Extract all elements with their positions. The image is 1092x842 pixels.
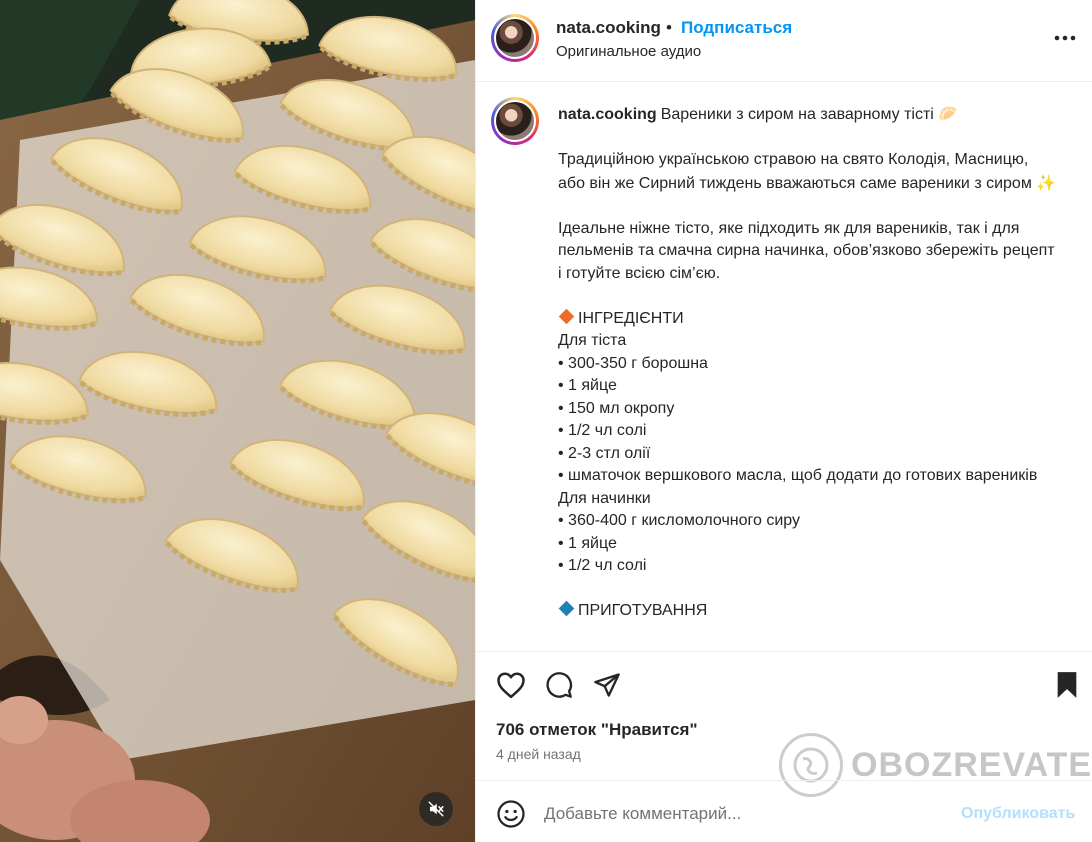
dumpling-emoji: 🥟 — [938, 104, 959, 123]
dough-item: • 1/2 чл солі — [558, 422, 647, 439]
post-caption: nata.cooking Вареники з сиром на заварном… — [558, 103, 1058, 623]
save-button[interactable] — [1051, 669, 1083, 701]
post-video[interactable] — [0, 0, 475, 842]
post-actions — [476, 651, 1092, 717]
bookmark-icon — [1057, 672, 1077, 698]
dumplings-photo — [0, 0, 475, 842]
caption-scroll-area[interactable]: nata.cooking Вареники з сиром на заварном… — [476, 83, 1092, 651]
heart-icon — [497, 672, 525, 699]
preparation-heading: ПРИГОТУВАННЯ — [558, 600, 1058, 623]
author-username[interactable]: nata.cooking — [556, 18, 661, 38]
orange-diamond-icon — [558, 308, 575, 324]
comment-bar: Опубликовать — [476, 780, 1092, 842]
caption-title: Вареники з сиром на заварному тісті — [660, 106, 934, 123]
filling-item: • 1 яйце — [558, 534, 617, 552]
like-button[interactable] — [495, 669, 527, 701]
dough-item: • 300-350 г борошна — [558, 354, 708, 372]
ingredients-heading-text: ІНГРЕДІЄНТИ — [578, 309, 684, 327]
audio-link[interactable]: Оригинальное аудио — [556, 43, 701, 60]
filling-item: • 360-400 г кисломолочного сиру — [558, 512, 801, 529]
caption-username[interactable]: nata.cooking — [558, 106, 657, 123]
filling-item: • 1/2 чл солі — [558, 557, 647, 574]
speaker-muted-icon — [428, 801, 444, 817]
author-avatar[interactable] — [491, 14, 539, 62]
smiley-icon — [497, 800, 525, 828]
more-options-button[interactable] — [1050, 28, 1080, 48]
mute-button[interactable] — [419, 792, 453, 826]
caption-paragraph-2: Ідеальне ніжне тісто, яке підходить як д… — [558, 219, 1055, 282]
watermark-text: OBOZREVATEL — [851, 745, 1092, 784]
paper-plane-icon — [594, 673, 620, 697]
post-header: nata.cooking • Подписаться Оригинальное … — [476, 0, 1092, 82]
globe-logo-icon — [793, 747, 829, 783]
caption-paragraph-1-text: Традиційною українською стравою на свято… — [558, 151, 1032, 192]
post-side-panel: nata.cooking • Подписаться Оригинальное … — [475, 0, 1092, 842]
caption-author-avatar[interactable] — [491, 97, 539, 145]
comment-bubble-icon — [546, 672, 573, 698]
filling-heading: Для начинки — [558, 489, 651, 507]
avatar-image — [494, 17, 536, 59]
dough-item: • 1 яйце — [558, 377, 617, 394]
blue-diamond-icon — [558, 600, 575, 617]
post-time[interactable]: 4 дней назад — [496, 746, 581, 762]
dough-item: • 2-3 стл олії — [558, 444, 651, 462]
ingredients-heading: ІНГРЕДІЄНТИ — [558, 308, 1058, 331]
instagram-post-dialog: nata.cooking • Подписаться Оригинальное … — [0, 0, 1092, 842]
comment-button[interactable] — [543, 669, 575, 701]
caption-paragraph-1: Традиційною українською стравою на свято… — [558, 149, 1058, 195]
more-dots-icon — [1054, 35, 1076, 41]
dough-item: • шматочок вершкового масла, щоб додати … — [558, 467, 1038, 484]
sparkles-emoji: ✨ — [1036, 172, 1057, 192]
share-button[interactable] — [591, 669, 623, 701]
avatar-image — [494, 100, 536, 142]
publish-button[interactable]: Опубликовать — [961, 805, 1075, 823]
dough-heading: Для тіста — [558, 332, 627, 349]
preparation-heading-text: ПРИГОТУВАННЯ — [578, 602, 708, 619]
dough-item: • 150 мл окропу — [558, 399, 675, 417]
comment-input[interactable] — [544, 801, 944, 827]
likes-count[interactable]: 706 отметок "Нравится" — [496, 720, 698, 740]
follow-button[interactable]: Подписаться — [681, 18, 792, 38]
header-separator: • — [666, 18, 672, 37]
emoji-picker-button[interactable] — [496, 799, 526, 829]
caption-title-line: nata.cooking Вареники з сиром на заварном… — [558, 103, 1058, 127]
